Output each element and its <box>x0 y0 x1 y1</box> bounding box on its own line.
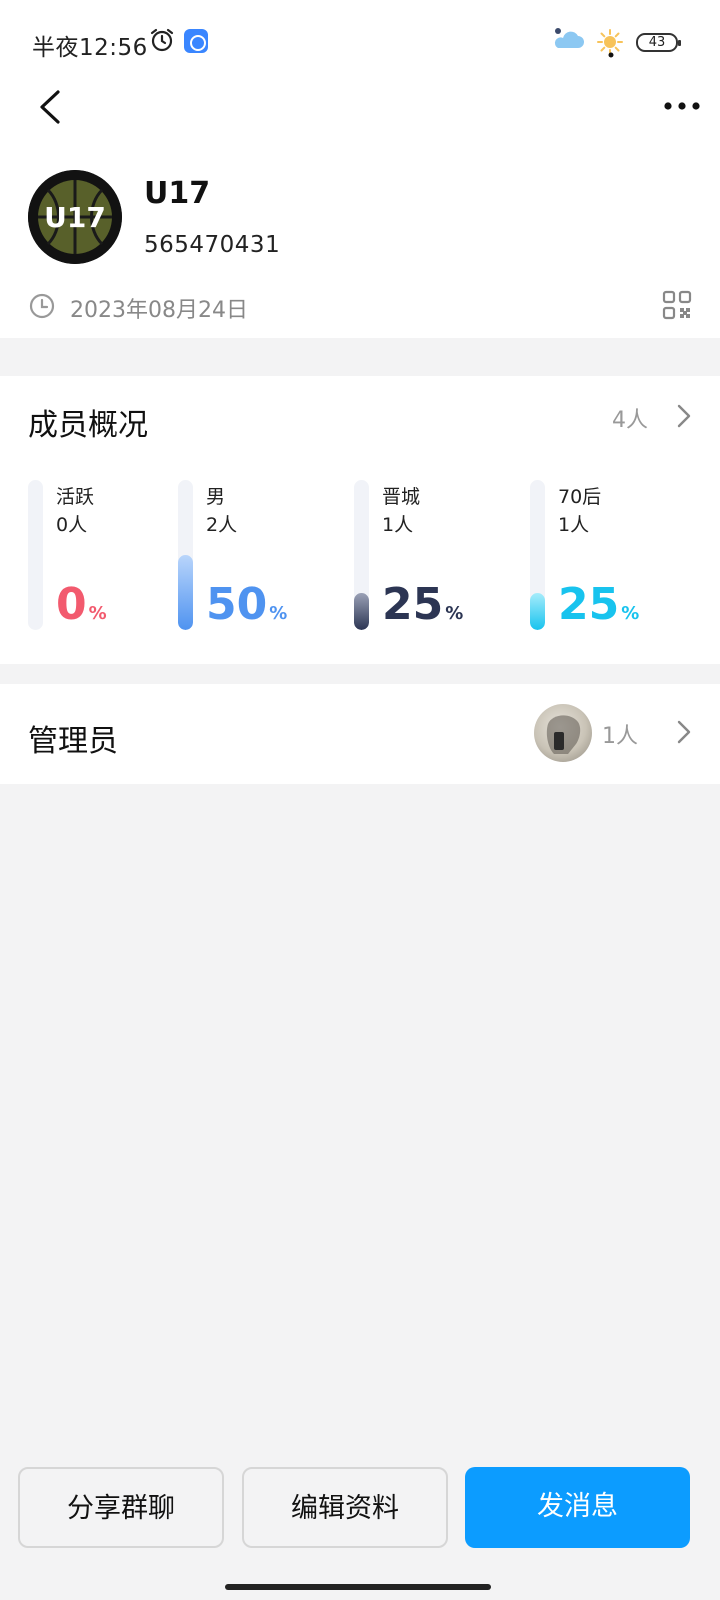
stat-label: 晋城 <box>382 486 421 508</box>
action-bar: 分享群聊 编辑资料 发消息 <box>0 1440 720 1600</box>
stat-percent-value: 0 <box>56 579 87 630</box>
more-horizontal-icon <box>664 102 700 110</box>
send-message-button[interactable]: 发消息 <box>465 1467 690 1548</box>
stat-count: 1人 <box>558 514 590 536</box>
group-name: U17 <box>144 176 211 211</box>
clock-icon <box>28 292 56 324</box>
stat-male: 男 2人 50% <box>178 480 348 630</box>
stat-label: 男 <box>206 486 226 508</box>
stat-percent: 25% <box>382 580 463 639</box>
chevron-right-icon <box>676 402 692 434</box>
admins-count: 1人 <box>602 724 638 749</box>
alarm-icon <box>149 27 175 57</box>
stat-fill <box>530 592 545 630</box>
app-notification-icon <box>184 29 208 53</box>
admins-title: 管理员 <box>28 724 118 759</box>
stat-track <box>178 480 193 630</box>
status-time: 半夜12:56 <box>32 35 148 61</box>
stat-age: 70后 1人 25% <box>530 480 700 630</box>
group-avatar[interactable]: U17 <box>28 170 122 264</box>
stat-percent: 25% <box>558 580 639 639</box>
stat-percent-value: 25 <box>558 579 620 630</box>
stat-fill <box>354 592 369 630</box>
percent-sign: % <box>621 603 640 624</box>
edit-profile-button[interactable]: 编辑资料 <box>242 1467 448 1548</box>
members-overview-card[interactable]: 成员概况 4人 活跃 0人 0% 男 2人 50% 晋城 1人 25% 70后 … <box>0 376 720 664</box>
stat-count: 2人 <box>206 514 238 536</box>
admins-row[interactable]: 管理员 1人 <box>0 684 720 784</box>
stat-percent-value: 50 <box>206 579 268 630</box>
group-id[interactable]: 565470431 <box>144 232 280 258</box>
group-header-card: 半夜12:56 43 U17 U17 565470431 2023年08月24日 <box>0 0 720 338</box>
battery-indicator: 43 <box>636 33 681 52</box>
members-title: 成员概况 <box>28 408 148 443</box>
home-indicator[interactable] <box>225 1584 491 1590</box>
back-button[interactable] <box>34 86 78 130</box>
stat-fill <box>178 555 193 630</box>
stat-track <box>28 480 43 630</box>
members-count: 4人 <box>612 408 648 433</box>
chevron-left-icon <box>40 90 60 124</box>
stat-count: 0人 <box>56 514 88 536</box>
weather-sunny-icon <box>596 28 626 62</box>
stat-percent: 50% <box>206 580 287 639</box>
stat-active: 活跃 0人 0% <box>28 480 198 630</box>
weather-cloudy-icon <box>552 26 586 56</box>
chevron-right-icon <box>676 718 692 750</box>
percent-sign: % <box>88 603 107 624</box>
status-bar: 半夜12:56 43 <box>0 0 720 84</box>
stat-region: 晋城 1人 25% <box>354 480 524 630</box>
share-group-button[interactable]: 分享群聊 <box>18 1467 224 1548</box>
stat-percent-value: 25 <box>382 579 444 630</box>
stat-track <box>354 480 369 630</box>
avatar-text: U17 <box>44 201 106 234</box>
stat-percent: 0% <box>56 580 107 639</box>
created-date: 2023年08月24日 <box>70 298 248 323</box>
percent-sign: % <box>269 603 288 624</box>
basketball-logo: U17 <box>28 170 122 264</box>
stat-label: 活跃 <box>56 486 95 508</box>
stat-count: 1人 <box>382 514 414 536</box>
more-button[interactable] <box>662 94 702 118</box>
admin-avatar <box>534 704 592 762</box>
stat-track <box>530 480 545 630</box>
qr-code-icon[interactable] <box>662 290 692 324</box>
percent-sign: % <box>445 603 464 624</box>
stat-label: 70后 <box>558 486 602 508</box>
created-date-row: 2023年08月24日 <box>28 290 692 324</box>
